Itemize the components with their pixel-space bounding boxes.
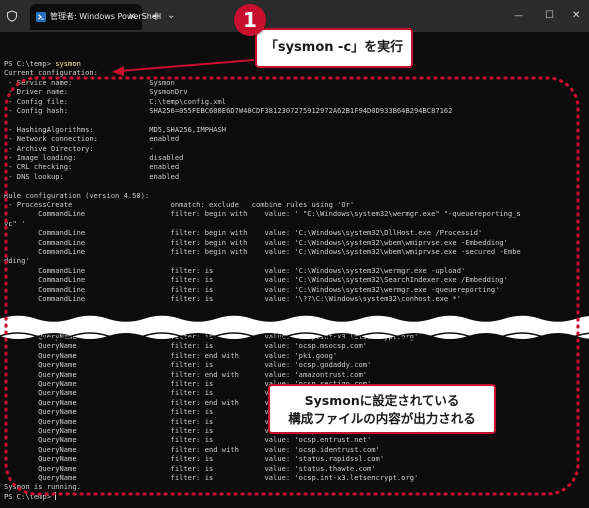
step-number: 1 [243,8,257,32]
callout-config-line2: 構成ファイルの内容が出力される [288,411,476,426]
callout-run-command: 「sysmon -c」を実行 [255,28,413,68]
callout-run-command-text: 「sysmon -c」を実行 [264,40,404,55]
step-number-badge: 1 [234,4,266,36]
callout-config-line1: Sysmonに設定されている [304,393,460,408]
callout-arrow [119,59,255,72]
callout-config-output: Sysmonに設定されている 構成ファイルの内容が出力される [268,384,496,434]
arrowhead-icon [112,66,124,76]
